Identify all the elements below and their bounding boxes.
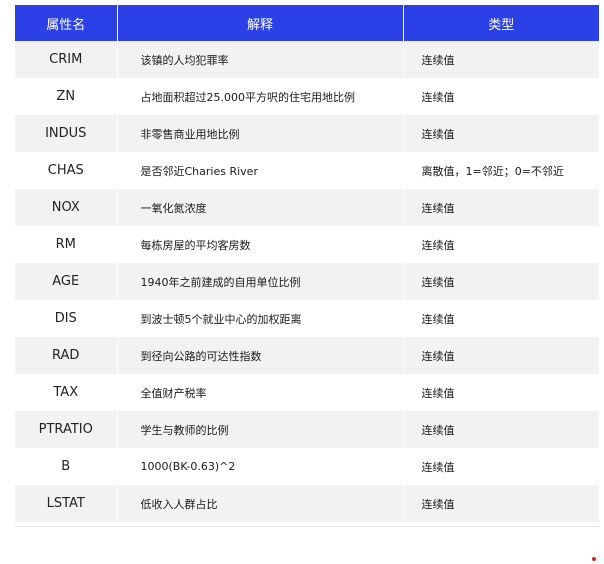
table-header: 属性名 解释 类型 (15, 5, 599, 41)
cell-type: 连续值 (403, 374, 599, 411)
header-description: 解释 (117, 5, 404, 41)
cell-description: 占地面积超过25.000平方呎的住宅用地比例 (117, 78, 404, 115)
cell-attribute-name: PTRATIO (15, 411, 118, 448)
table-row: CHAS 是否邻近Charies River 离散值，1=邻近；0=不邻近 (15, 152, 599, 189)
red-dot-marker (592, 557, 596, 561)
cell-description: 到波士顿5个就业中心的加权距离 (117, 300, 404, 337)
cell-description: 1000(BK-0.63)^2 (117, 448, 404, 485)
cell-type: 连续值 (403, 485, 599, 522)
cell-description: 是否邻近Charies River (117, 152, 404, 189)
cell-attribute-name: ZN (15, 78, 118, 115)
cell-description: 学生与教师的比例 (117, 411, 404, 448)
cell-type: 连续值 (403, 411, 599, 448)
cell-type: 连续值 (403, 448, 599, 485)
header-row: 属性名 解释 类型 (15, 5, 599, 41)
cell-description: 到径向公路的可达性指数 (117, 337, 404, 374)
cell-type: 连续值 (403, 263, 599, 300)
table-row: B 1000(BK-0.63)^2 连续值 (15, 448, 599, 485)
cell-type: 连续值 (403, 226, 599, 263)
attribute-table: 属性名 解释 类型 CRIM 该镇的人均犯罪率 连续值 ZN 占地面积超过25.… (15, 5, 599, 522)
header-type: 类型 (403, 5, 599, 41)
cell-attribute-name: CRIM (15, 41, 118, 78)
cell-attribute-name: RAD (15, 337, 118, 374)
table-row: CRIM 该镇的人均犯罪率 连续值 (15, 41, 599, 78)
cell-type: 连续值 (403, 115, 599, 152)
cell-description: 低收入人群占比 (117, 485, 404, 522)
table-row: RAD 到径向公路的可达性指数 连续值 (15, 337, 599, 374)
cell-attribute-name: RM (15, 226, 118, 263)
table-row: INDUS 非零售商业用地比例 连续值 (15, 115, 599, 152)
table-row: TAX 全值财产税率 连续值 (15, 374, 599, 411)
cell-attribute-name: TAX (15, 374, 118, 411)
cell-type: 连续值 (403, 337, 599, 374)
cell-description: 1940年之前建成的自用单位比例 (117, 263, 404, 300)
cell-description: 非零售商业用地比例 (117, 115, 404, 152)
cell-type: 连续值 (403, 189, 599, 226)
header-attribute-name: 属性名 (15, 5, 118, 41)
table-row: ZN 占地面积超过25.000平方呎的住宅用地比例 连续值 (15, 78, 599, 115)
table-row: RM 每栋房屋的平均客房数 连续值 (15, 226, 599, 263)
cell-attribute-name: B (15, 448, 118, 485)
cell-type: 连续值 (403, 78, 599, 115)
table-row: DIS 到波士顿5个就业中心的加权距离 连续值 (15, 300, 599, 337)
table-row: AGE 1940年之前建成的自用单位比例 连续值 (15, 263, 599, 300)
cell-type: 离散值，1=邻近；0=不邻近 (403, 152, 599, 189)
cell-attribute-name: LSTAT (15, 485, 118, 522)
cell-attribute-name: CHAS (15, 152, 118, 189)
cell-attribute-name: NOX (15, 189, 118, 226)
table-row: PTRATIO 学生与教师的比例 连续值 (15, 411, 599, 448)
cell-type: 连续值 (403, 41, 599, 78)
cell-description: 一氧化氮浓度 (117, 189, 404, 226)
table-body: CRIM 该镇的人均犯罪率 连续值 ZN 占地面积超过25.000平方呎的住宅用… (15, 41, 599, 522)
cell-description: 每栋房屋的平均客房数 (117, 226, 404, 263)
cell-description: 全值财产税率 (117, 374, 404, 411)
cell-attribute-name: INDUS (15, 115, 118, 152)
cell-description: 该镇的人均犯罪率 (117, 41, 404, 78)
table-row: LSTAT 低收入人群占比 连续值 (15, 485, 599, 522)
cell-attribute-name: DIS (15, 300, 118, 337)
attribute-table-container: 属性名 解释 类型 CRIM 该镇的人均犯罪率 连续值 ZN 占地面积超过25.… (15, 5, 599, 522)
table-bottom-divider (15, 526, 599, 527)
cell-type: 连续值 (403, 300, 599, 337)
cell-attribute-name: AGE (15, 263, 118, 300)
table-row: NOX 一氧化氮浓度 连续值 (15, 189, 599, 226)
